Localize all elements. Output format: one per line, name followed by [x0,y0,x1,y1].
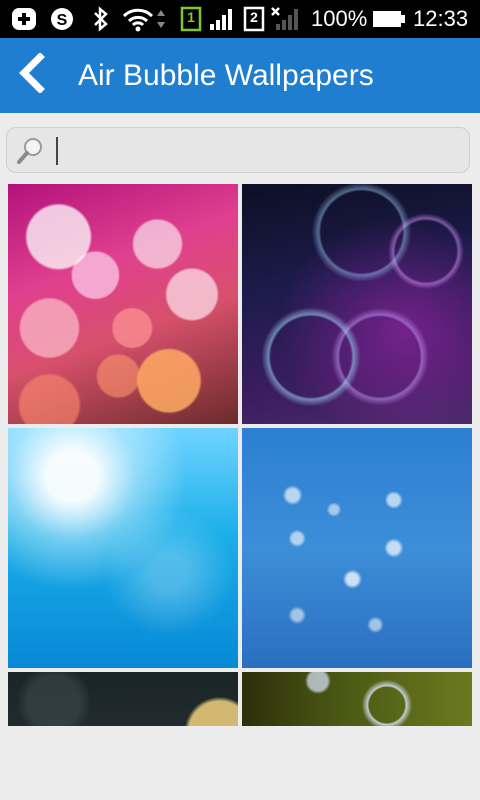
wallpaper-thumbnail-dark-bokeh[interactable] [8,672,238,726]
back-button[interactable] [0,38,62,113]
wallpaper-thumbnail-underwater-bubbles[interactable] [8,428,238,668]
bluetooth-icon [92,6,110,32]
svg-text:S: S [57,12,68,29]
sim2-label: 2 [250,9,258,25]
sim1-icon: 1 [180,6,202,32]
wifi-icon [122,6,154,32]
sim2-icon: 2 [243,6,265,32]
app-bar: Air Bubble Wallpapers [0,38,480,113]
search-box[interactable] [6,127,470,173]
magnifier-icon [15,136,45,166]
notification-plus-icon [10,6,38,32]
page-title: Air Bubble Wallpapers [78,59,374,92]
status-bar: S 1 2 100% 12:33 [0,0,480,38]
text-cursor [56,137,58,165]
skype-icon: S [48,6,76,32]
chevron-left-icon [14,52,48,98]
clock: 12:33 [413,6,469,31]
signal-no-service-icon [270,6,300,32]
wallpaper-grid [0,183,480,726]
signal-icon [208,6,236,32]
wallpaper-thumbnail-soap-bubble[interactable] [242,672,472,726]
battery-percent: 100% [311,6,368,31]
wallpaper-thumbnail-water-droplets[interactable] [242,428,472,668]
battery-icon [372,6,406,32]
sim1-label: 1 [187,9,195,25]
wallpaper-thumbnail-purple-bubbles[interactable] [242,184,472,424]
search-input[interactable] [59,132,463,170]
wallpaper-thumbnail-pink-bokeh[interactable] [8,184,238,424]
data-arrows-icon [155,6,167,32]
